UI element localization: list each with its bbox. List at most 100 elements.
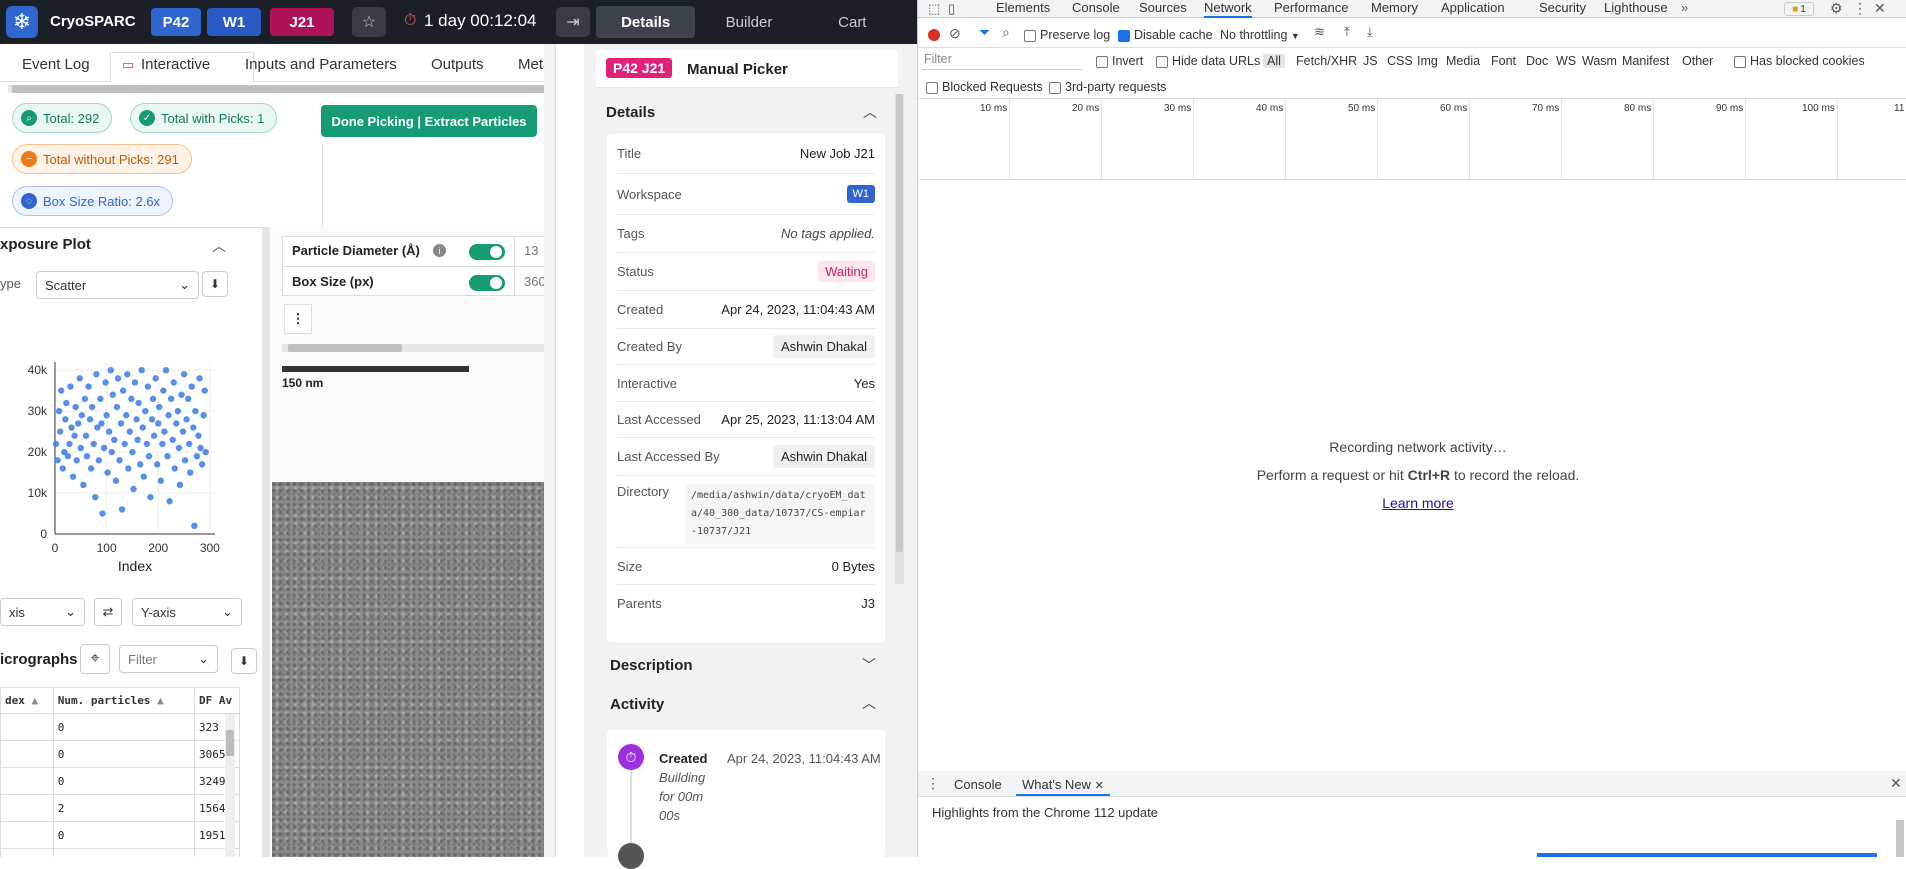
network-filter-input[interactable]: Filter — [922, 52, 1082, 70]
whats-new-buttons[interactable] — [1537, 853, 1877, 857]
directory-path[interactable]: /media/ashwin/data/cryoEM_data/40_300_da… — [685, 484, 875, 544]
type-other[interactable]: Other — [1682, 54, 1713, 68]
table-row[interactable]: 0 3249 — [0, 767, 240, 795]
crosshair-icon[interactable]: ⌖ — [80, 644, 110, 674]
tab-cart[interactable]: Cart — [803, 6, 902, 38]
throttling-select[interactable]: No throttling ▼ — [1220, 28, 1300, 42]
devtools-tab-memory[interactable]: Memory — [1371, 0, 1418, 18]
download-icon[interactable]: ⬇ — [231, 648, 257, 674]
table-row[interactable]: 0 1951 — [0, 821, 240, 849]
blocked-requests-checkbox[interactable]: Blocked Requests — [926, 80, 1043, 94]
more-options-icon[interactable]: ⋮ — [284, 304, 312, 334]
micrograph-image[interactable] — [272, 482, 544, 857]
upload-icon[interactable]: ⤒ — [1344, 24, 1350, 40]
hide-data-urls-checkbox[interactable]: Hide data URLs — [1156, 54, 1260, 68]
drawer-tab-whats-new[interactable]: What's New ✕ — [1016, 775, 1110, 796]
col-df-avg[interactable]: DF Av — [194, 687, 240, 714]
crumb-job[interactable]: J21 — [270, 8, 334, 36]
micrograph-filter[interactable]: Filter ⌄ — [119, 645, 218, 673]
crumb-project[interactable]: P42 — [151, 8, 201, 36]
splitter[interactable] — [262, 227, 270, 857]
details-scrollbar[interactable] — [895, 94, 904, 584]
type-ws[interactable]: WS — [1556, 54, 1576, 68]
learn-more-link[interactable]: Learn more — [1382, 495, 1454, 511]
network-conditions-icon[interactable]: ≋ — [1314, 24, 1325, 40]
tabs-scrollbar[interactable] — [8, 85, 555, 93]
devtools-tab-console[interactable]: Console — [1072, 0, 1120, 18]
type-img[interactable]: Img — [1417, 54, 1438, 68]
blocked-cookies-checkbox[interactable]: Has blocked cookies — [1734, 54, 1865, 68]
devtools-tab-performance[interactable]: Performance — [1274, 0, 1348, 18]
table-row[interactable]: 0 3065 — [0, 740, 240, 768]
tab-inputs-parameters[interactable]: Inputs and Parameters — [245, 56, 397, 73]
params-scrollbar-thumb[interactable] — [288, 344, 402, 352]
x-axis-select[interactable]: xis ⌄ — [0, 598, 85, 626]
invert-checkbox[interactable]: Invert — [1096, 54, 1143, 68]
record-icon[interactable] — [928, 29, 940, 41]
devtools-tab-elements[interactable]: Elements — [996, 0, 1050, 18]
chevron-down-icon[interactable]: ﹀ — [862, 655, 876, 675]
devtools-tab-security[interactable]: Security — [1539, 0, 1586, 18]
star-icon[interactable]: ☆ — [352, 7, 386, 37]
type-font[interactable]: Font — [1491, 54, 1516, 68]
table-row[interactable]: 2 1564 — [0, 794, 240, 822]
drawer-scrollbar[interactable] — [1896, 820, 1904, 857]
user-chip[interactable]: Ashwin Dhakal — [773, 335, 875, 358]
chevron-up-icon[interactable]: ︿ — [862, 693, 876, 713]
workspace-badge[interactable]: W1 — [846, 185, 875, 203]
boxsize-toggle[interactable] — [469, 275, 505, 291]
search-icon[interactable]: ⌕ — [1002, 24, 1010, 41]
type-wasm[interactable]: Wasm — [1582, 54, 1617, 68]
tab-event-log[interactable]: Event Log — [22, 56, 90, 73]
tabs-scrollbar-thumb[interactable] — [12, 85, 555, 93]
param-boxsize-value[interactable]: 360 — [524, 274, 546, 289]
info-icon[interactable]: i — [433, 244, 446, 257]
more-tabs-icon[interactable]: » — [1681, 0, 1688, 15]
device-icon[interactable]: ▯ — [948, 1, 955, 17]
description-section-title[interactable]: Description — [610, 657, 693, 674]
close-icon[interactable]: ✕ — [1874, 0, 1886, 17]
col-index[interactable]: dex ▲ — [0, 687, 54, 714]
type-doc[interactable]: Doc — [1526, 54, 1548, 68]
table-scrollbar[interactable] — [225, 714, 235, 857]
filter-icon[interactable]: ⏷ — [979, 24, 990, 41]
tab-outputs[interactable]: Outputs — [431, 56, 484, 73]
diameter-toggle[interactable] — [469, 244, 505, 260]
download-icon[interactable]: ⬇ — [202, 271, 228, 297]
details-scrollbar-thumb[interactable] — [896, 94, 903, 552]
third-party-checkbox[interactable]: 3rd-party requests — [1049, 80, 1166, 94]
preserve-log-checkbox[interactable]: Preserve log — [1024, 28, 1110, 42]
exit-icon[interactable]: ⇥ — [556, 7, 590, 37]
timeline-overview[interactable] — [918, 98, 1906, 180]
chevron-up-icon[interactable]: ︿ — [212, 236, 226, 256]
params-scrollbar[interactable] — [282, 344, 544, 352]
type-all[interactable]: All — [1263, 54, 1285, 68]
cryosparc-logo-icon[interactable]: ❄ — [6, 6, 38, 38]
y-axis-select[interactable]: Y-axis ⌄ — [132, 598, 242, 626]
type-manifest[interactable]: Manifest — [1622, 54, 1669, 68]
table-row[interactable]: 0 323 — [0, 713, 240, 741]
type-fetch-xhr[interactable]: Fetch/XHR — [1296, 54, 1357, 68]
type-media[interactable]: Media — [1446, 54, 1480, 68]
download-icon[interactable]: ⤓ — [1367, 24, 1373, 40]
drawer-menu-icon[interactable]: ⋮ — [926, 775, 940, 792]
disable-cache-checkbox[interactable]: Disable cache — [1118, 28, 1213, 42]
user-chip[interactable]: Ashwin Dhakal — [773, 445, 875, 468]
gear-icon[interactable]: ⚙ — [1830, 0, 1843, 17]
table-row[interactable]: 02669 — [0, 848, 240, 857]
issues-badge[interactable]: ■ 1 — [1784, 2, 1814, 16]
kebab-menu-icon[interactable]: ⋮ — [1853, 0, 1867, 17]
close-icon[interactable]: ✕ — [1890, 775, 1902, 792]
type-css[interactable]: CSS — [1387, 54, 1413, 68]
tab-interactive[interactable]: Interactive — [141, 56, 210, 73]
inspect-icon[interactable]: ⬚ — [928, 1, 940, 17]
table-scrollbar-thumb[interactable] — [226, 730, 234, 756]
activity-section-title[interactable]: Activity — [610, 696, 664, 713]
devtools-tab-network[interactable]: Network — [1204, 0, 1252, 18]
swap-axes-icon[interactable]: ⇄ — [94, 598, 122, 626]
crumb-workspace[interactable]: W1 — [207, 8, 261, 36]
tab-details[interactable]: Details — [596, 6, 696, 38]
plot-type-select[interactable]: Scatter ⌄ — [36, 271, 199, 299]
type-js[interactable]: JS — [1363, 54, 1378, 68]
done-picking-button[interactable]: Done Picking | Extract Particles — [321, 105, 537, 137]
